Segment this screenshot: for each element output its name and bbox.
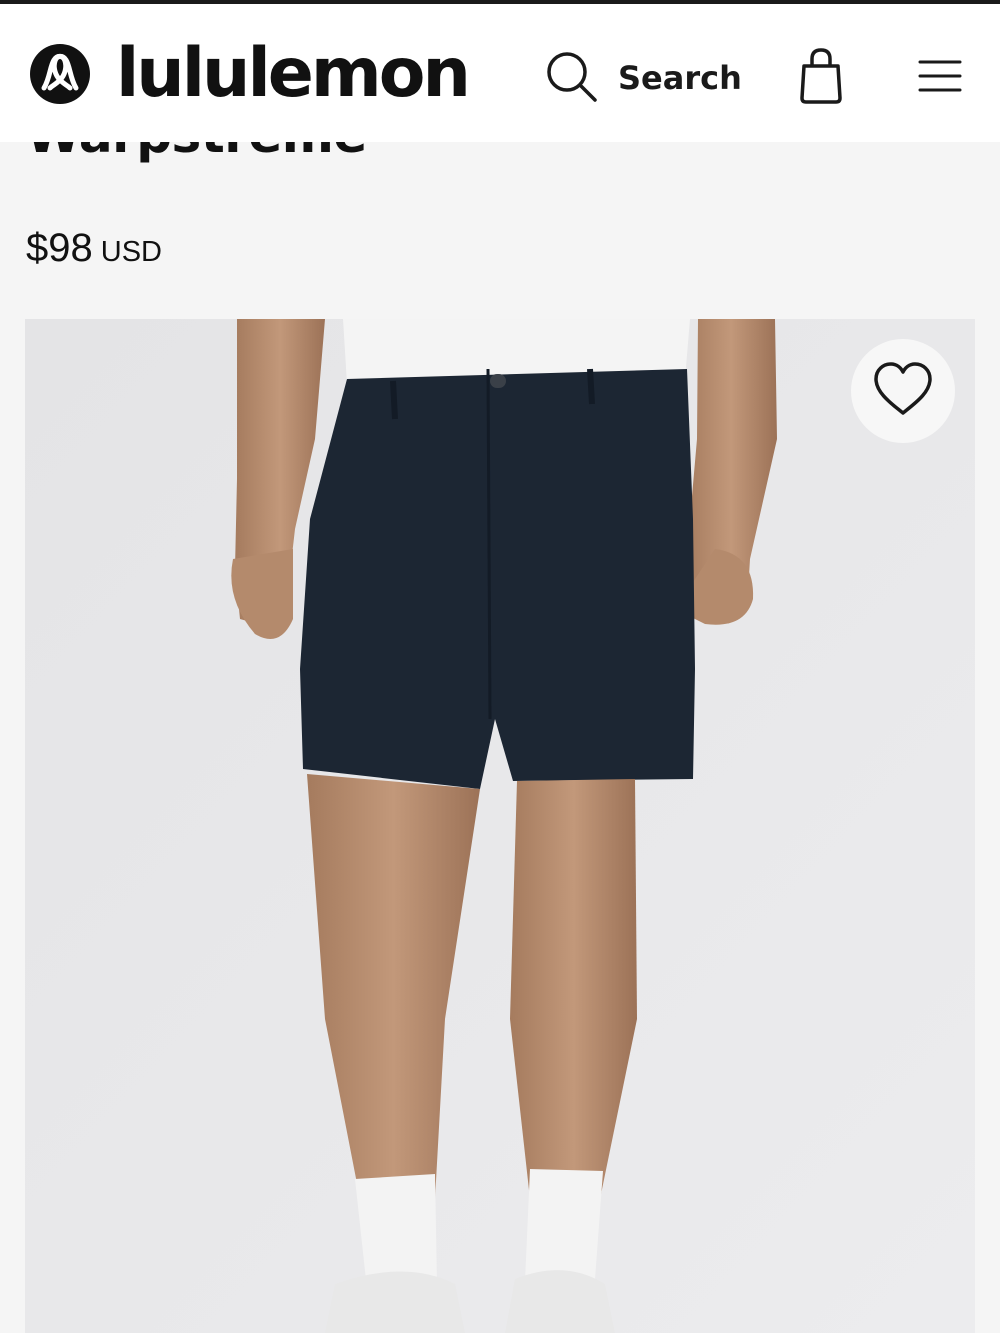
shopping-bag-button[interactable]: [796, 46, 846, 106]
menu-button[interactable]: [916, 52, 964, 100]
product-photo: [25, 319, 975, 1333]
product-image[interactable]: [25, 319, 975, 1333]
heart-icon: [872, 361, 934, 422]
site-header: lululemon Search: [0, 4, 1000, 142]
search-button[interactable]: Search: [544, 48, 744, 108]
price-currency: USD: [100, 236, 162, 268]
hamburger-menu-icon: [916, 60, 964, 104]
wishlist-button[interactable]: [851, 339, 955, 443]
brand-wordmark[interactable]: lululemon: [116, 34, 471, 114]
lululemon-logo-icon[interactable]: [30, 44, 90, 104]
product-price: $98: [26, 226, 93, 270]
shopping-bag-icon: [796, 48, 846, 110]
product-title-container: Warpstreme: [0, 142, 1000, 182]
search-icon: [544, 49, 598, 108]
search-label: Search: [618, 59, 742, 97]
price-row: $98 USD: [26, 226, 162, 271]
product-title: Warpstreme: [26, 142, 367, 164]
